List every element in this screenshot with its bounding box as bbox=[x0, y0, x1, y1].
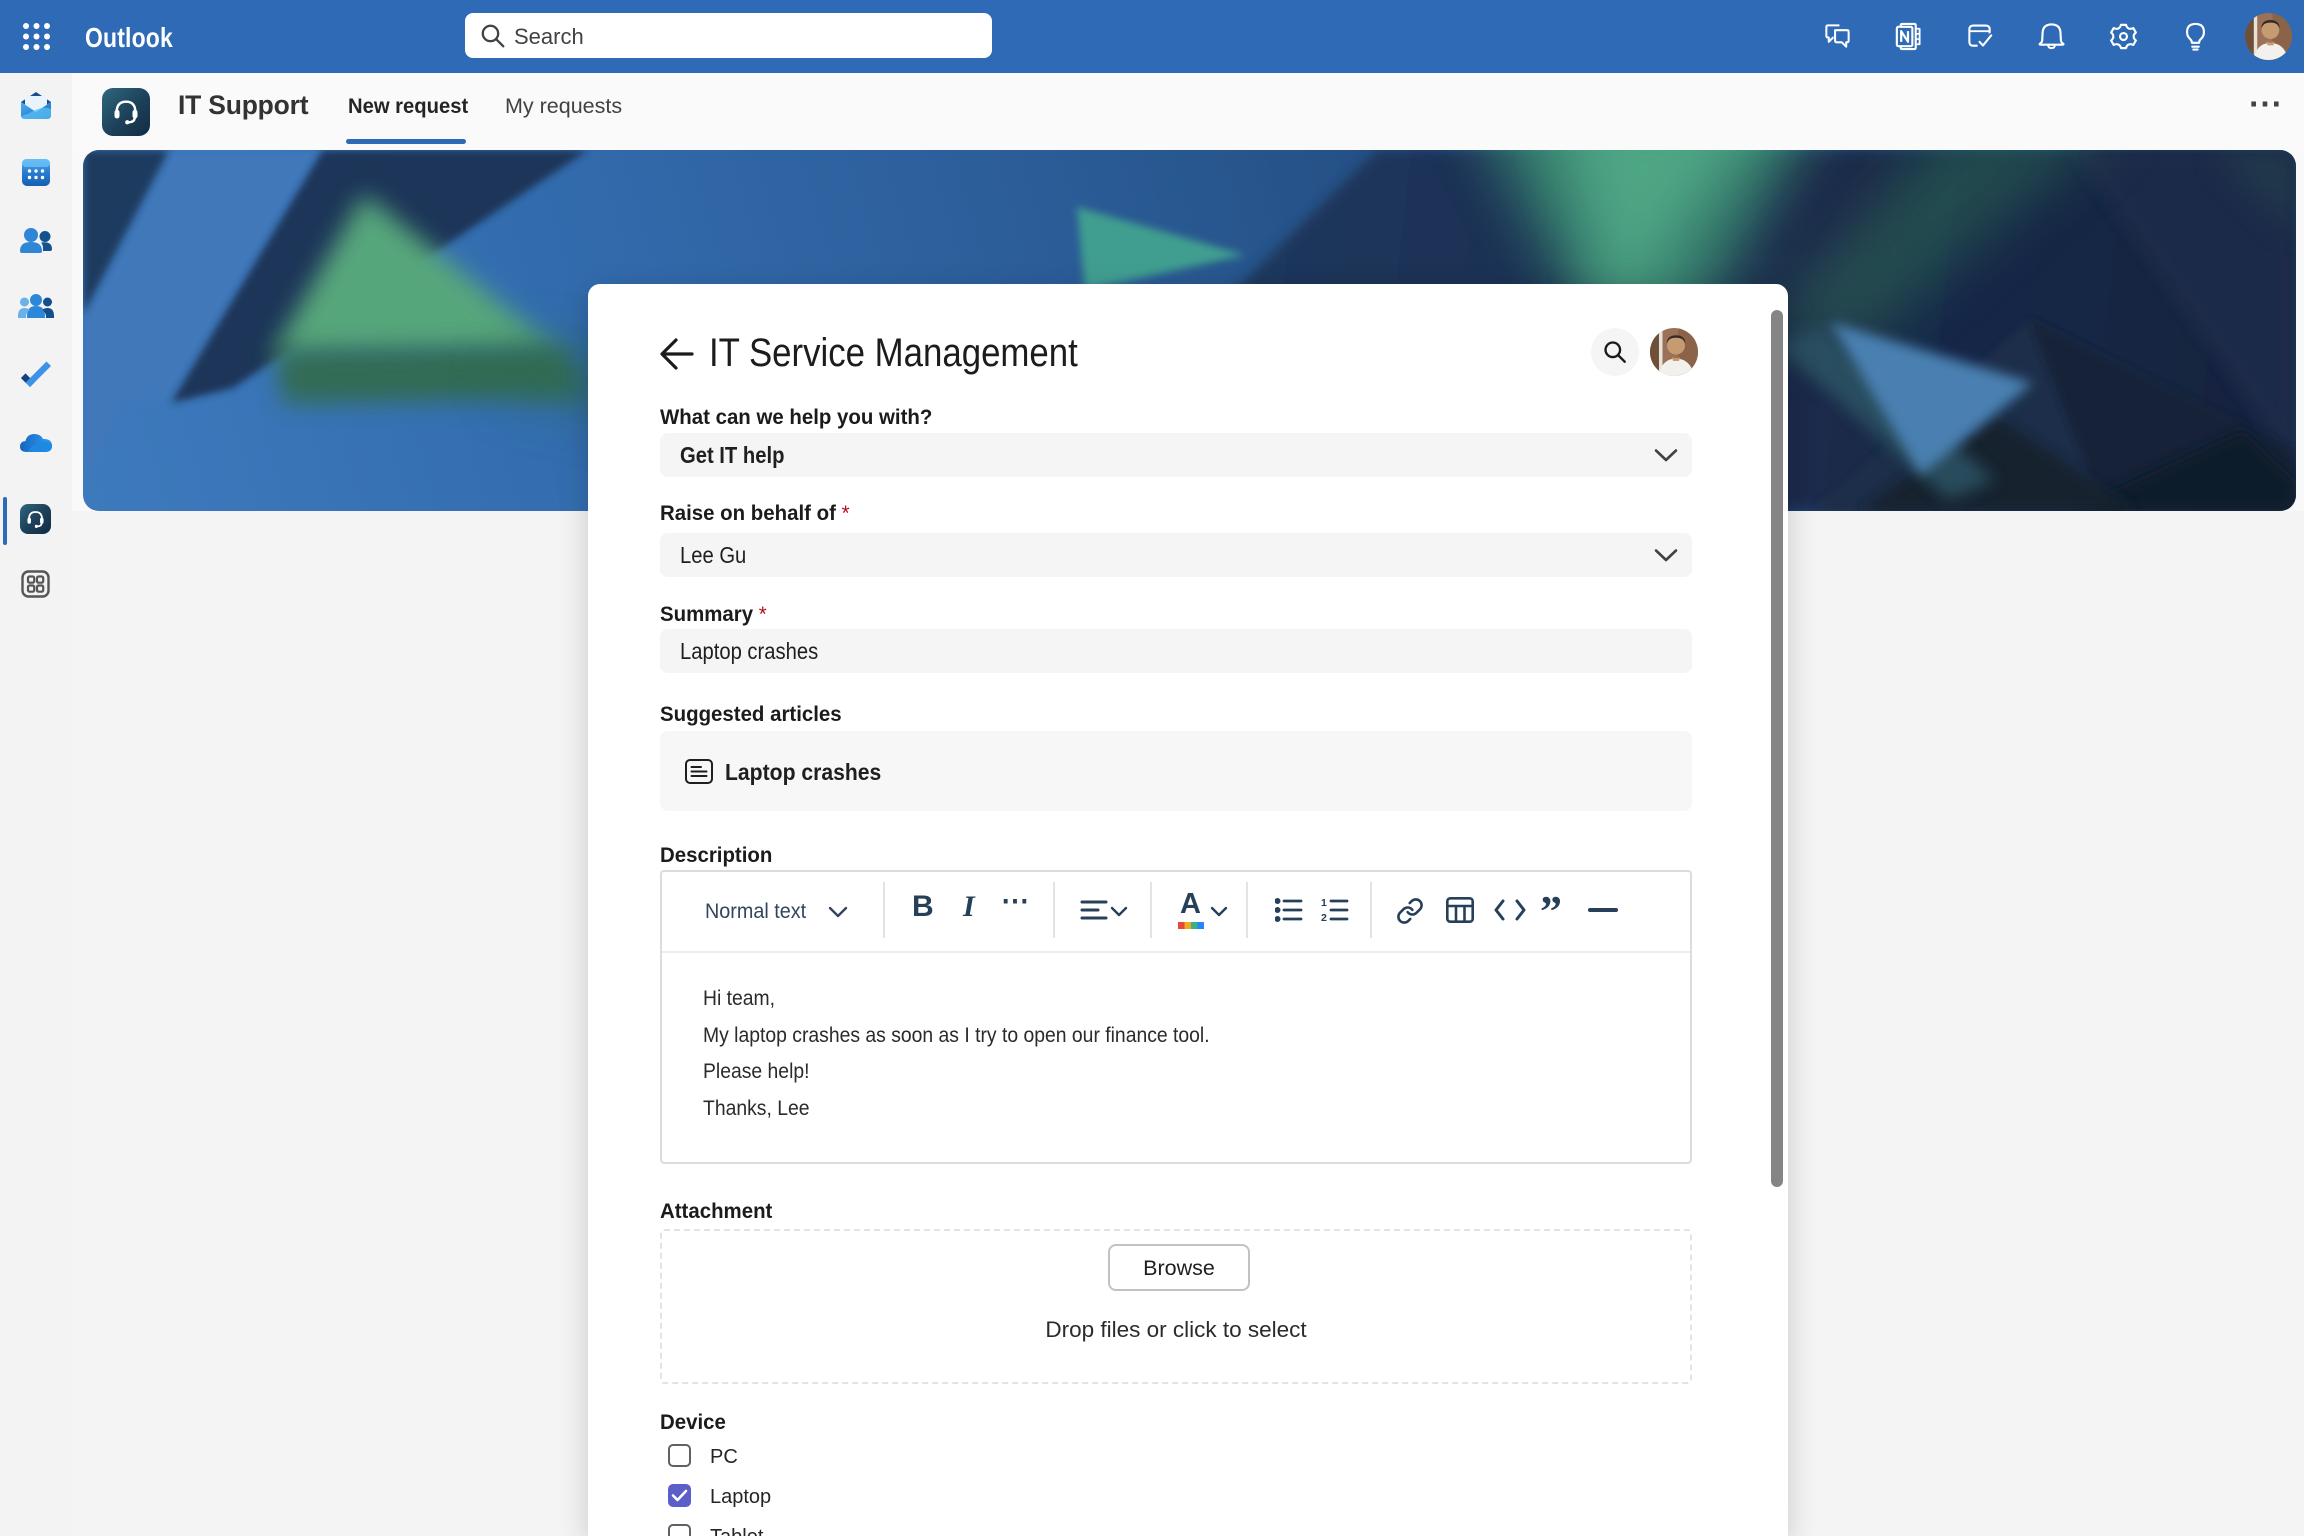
svg-text:1: 1 bbox=[1321, 898, 1327, 909]
svg-text:2: 2 bbox=[1321, 912, 1327, 922]
